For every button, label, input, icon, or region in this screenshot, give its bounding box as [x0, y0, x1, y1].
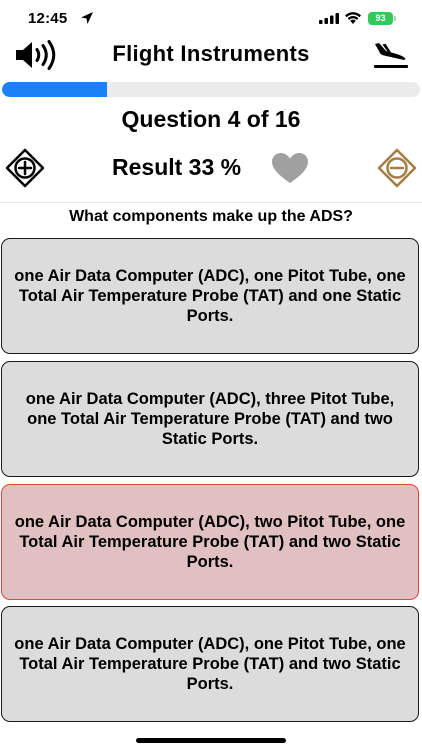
- battery-nub: [394, 16, 396, 21]
- page-title: Flight Instruments: [112, 41, 310, 66]
- status-time: 12:45: [28, 10, 68, 27]
- airplane-landing-icon[interactable]: [372, 40, 410, 70]
- location-arrow-icon: [81, 12, 93, 24]
- answer-option-text: one Air Data Computer (ADC), one Pitot T…: [14, 267, 406, 325]
- quiz-progress-bar: [2, 82, 420, 97]
- answer-option-text: one Air Data Computer (ADC), three Pitot…: [25, 390, 395, 448]
- battery-indicator: 93: [368, 12, 393, 25]
- wifi-icon: [345, 12, 361, 24]
- result-label: Result 33 %: [112, 154, 242, 180]
- cellular-signal-icon: [319, 13, 339, 24]
- question-text: What components make up the ADS?: [69, 208, 353, 225]
- answer-option-2[interactable]: one Air Data Computer (ADC), three Pitot…: [1, 361, 419, 477]
- question-counter: Question 4 of 16: [121, 106, 301, 132]
- quiz-progress-fill: [2, 82, 107, 97]
- answer-option-text: one Air Data Computer (ADC), one Pitot T…: [14, 635, 406, 693]
- nav-bar: Flight Instruments: [0, 38, 422, 78]
- status-bar: 12:45 93: [0, 0, 422, 38]
- home-indicator[interactable]: [136, 738, 286, 743]
- divider: [0, 202, 422, 203]
- heart-icon[interactable]: [272, 153, 308, 184]
- answer-option-1[interactable]: one Air Data Computer (ADC), one Pitot T…: [1, 238, 419, 354]
- answer-option-text: one Air Data Computer (ADC), two Pitot T…: [14, 513, 406, 571]
- plus-circle-icon[interactable]: [5, 148, 45, 188]
- minus-circle-icon[interactable]: [377, 148, 417, 188]
- result-row: Result 33 %: [0, 146, 422, 190]
- answer-option-3[interactable]: one Air Data Computer (ADC), two Pitot T…: [1, 484, 419, 600]
- answer-option-4[interactable]: one Air Data Computer (ADC), one Pitot T…: [1, 606, 419, 722]
